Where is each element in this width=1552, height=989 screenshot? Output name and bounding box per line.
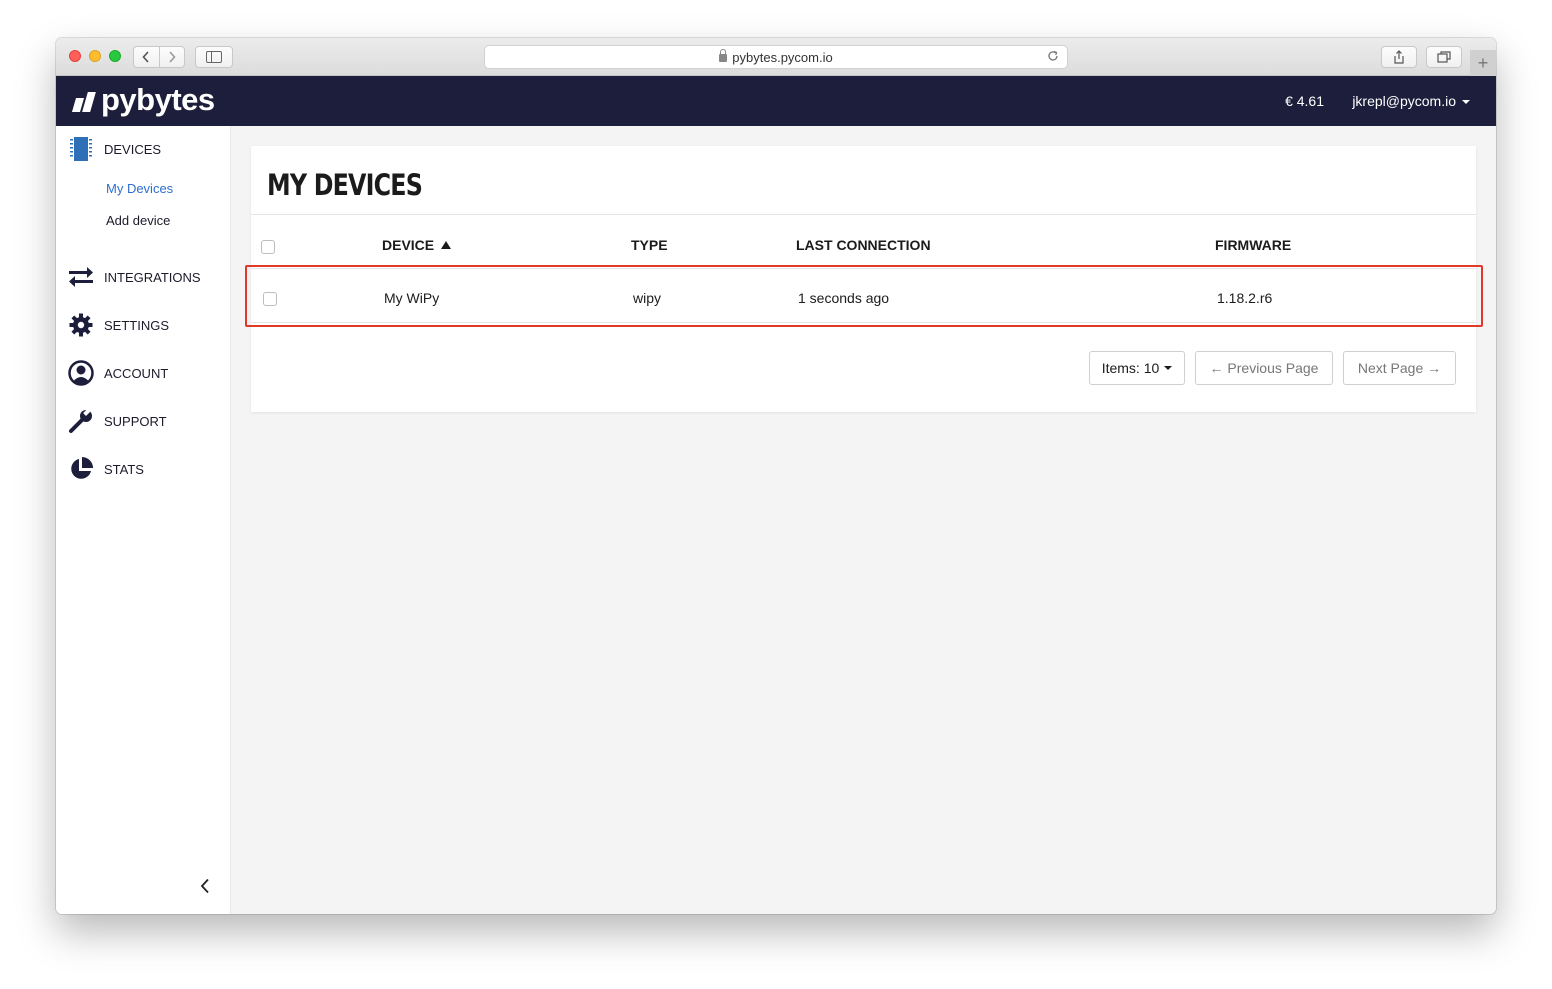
account-balance: € 4.61 <box>1285 93 1324 109</box>
tabs-icon <box>1437 51 1451 63</box>
sidebar-label: ACCOUNT <box>104 365 169 381</box>
column-header-firmware[interactable]: FIRMWARE <box>1215 237 1291 253</box>
sidebar: DEVICES My Devices Add device INTEGRATIO… <box>56 126 231 914</box>
chevron-left-icon <box>142 51 149 63</box>
column-header-last-connection[interactable]: LAST CONNECTION <box>796 237 931 253</box>
chip-icon <box>68 136 94 162</box>
chevron-left-icon <box>200 878 209 894</box>
divider <box>251 214 1476 215</box>
arrows-exchange-icon <box>68 264 94 290</box>
items-per-page-dropdown[interactable]: Items: 10 <box>1089 351 1185 385</box>
title-bar: pybytes.pycom.io + <box>56 38 1496 76</box>
sidebar-label: INTEGRATIONS <box>104 269 201 285</box>
select-all-checkbox[interactable] <box>261 240 275 254</box>
chevron-right-icon <box>169 51 176 63</box>
sidebar-item-devices[interactable]: DEVICES <box>68 136 161 162</box>
share-icon <box>1394 50 1404 64</box>
app-header: pybytes € 4.61 jkrepl@pycom.io <box>56 76 1496 126</box>
history-nav <box>133 46 185 68</box>
wrench-icon <box>68 408 94 434</box>
sidebar-item-support[interactable]: SUPPORT <box>68 408 167 434</box>
back-button[interactable] <box>134 47 160 67</box>
user-menu[interactable]: jkrepl@pycom.io <box>1352 93 1470 109</box>
collapse-sidebar-button[interactable] <box>200 878 210 899</box>
sidebar-label: SETTINGS <box>104 317 170 333</box>
previous-page-button[interactable]: ← Previous Page <box>1195 351 1333 385</box>
sidebar-item-stats[interactable]: STATS <box>68 456 144 482</box>
pie-chart-icon <box>68 456 94 482</box>
sort-ascending-icon <box>441 241 452 249</box>
column-header-device[interactable]: DEVICE <box>382 237 452 253</box>
sidebar-subitem-my-devices[interactable]: My Devices <box>106 181 173 196</box>
zoom-window-button[interactable] <box>109 50 121 62</box>
minimize-window-button[interactable] <box>89 50 101 62</box>
reload-icon <box>1048 50 1058 61</box>
share-button[interactable] <box>1381 46 1417 68</box>
user-circle-icon <box>68 360 94 386</box>
row-highlight-annotation <box>245 265 1483 327</box>
browser-window: pybytes.pycom.io + pybytes € 4.61 jkrepl… <box>56 38 1496 914</box>
caret-down-icon <box>1164 366 1173 370</box>
devices-card: MY DEVICES DEVICE TYPE LAST CONNECTION F… <box>245 146 1483 412</box>
logo-text: pybytes <box>101 82 215 117</box>
url-text: pybytes.pycom.io <box>732 49 833 65</box>
user-email: jkrepl@pycom.io <box>1352 93 1456 109</box>
caret-down-icon <box>1462 100 1470 105</box>
pybytes-logo[interactable]: pybytes <box>71 82 215 118</box>
pybytes-logo-icon <box>71 88 96 112</box>
sidebar-label: DEVICES <box>104 141 162 157</box>
column-header-type[interactable]: TYPE <box>631 237 668 253</box>
address-bar[interactable]: pybytes.pycom.io <box>484 45 1068 69</box>
sidebar-item-settings[interactable]: SETTINGS <box>68 312 169 338</box>
next-page-button[interactable]: Next Page → <box>1343 351 1456 385</box>
reload-button[interactable] <box>1047 49 1059 65</box>
sidebar-item-account[interactable]: ACCOUNT <box>68 360 168 386</box>
gear-icon <box>68 312 94 338</box>
lock-icon <box>719 49 728 62</box>
column-header-label: DEVICE <box>382 237 435 253</box>
forward-button[interactable] <box>160 47 185 67</box>
sidebar-toggle-button[interactable] <box>195 46 233 68</box>
page-title: MY DEVICES <box>267 168 423 202</box>
close-window-button[interactable] <box>69 50 81 62</box>
sidebar-icon <box>206 51 222 63</box>
new-tab-button[interactable]: + <box>1470 50 1496 76</box>
tabs-overview-button[interactable] <box>1426 46 1462 68</box>
items-per-page-label: Items: 10 <box>1101 360 1160 376</box>
sidebar-label: STATS <box>104 461 144 477</box>
sidebar-label: SUPPORT <box>104 413 167 429</box>
sidebar-item-integrations[interactable]: INTEGRATIONS <box>68 264 201 290</box>
sidebar-subitem-add-device[interactable]: Add device <box>106 213 170 228</box>
